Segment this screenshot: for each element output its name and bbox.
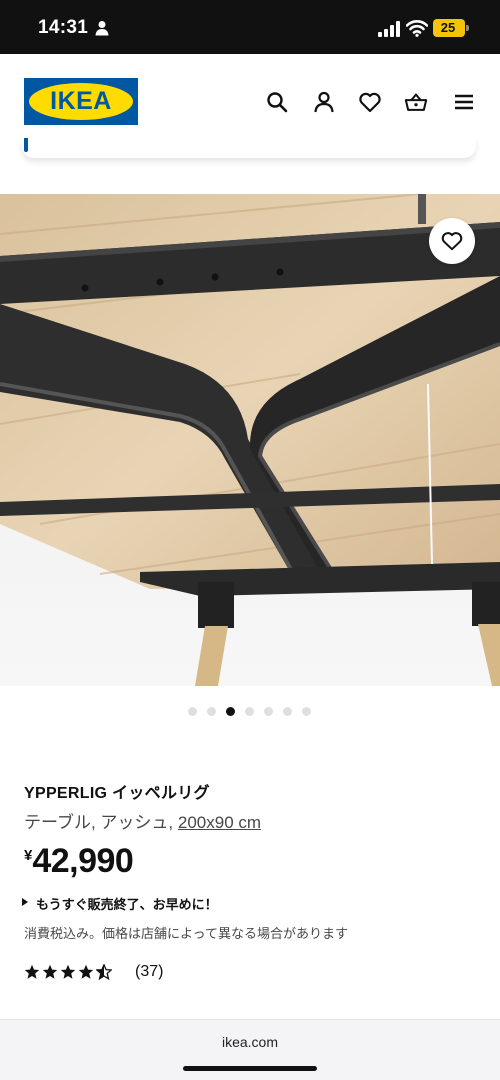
home-indicator[interactable] [183, 1066, 317, 1071]
search-bar[interactable] [22, 138, 476, 158]
price-currency: ¥ [24, 847, 33, 864]
ikea-logo[interactable]: IKEA [24, 78, 138, 125]
star-icon [42, 964, 58, 979]
carousel-dot-1[interactable] [188, 707, 197, 716]
battery-tip [466, 25, 469, 31]
carousel-dot-6[interactable] [283, 707, 292, 716]
logo-text: IKEA [50, 87, 112, 115]
url-display[interactable]: ikea.com [0, 1034, 500, 1050]
rating[interactable]: (37) [24, 962, 224, 984]
carousel-dot-7[interactable] [302, 707, 311, 716]
star-half-icon [96, 964, 112, 980]
site-header: IKEA [0, 54, 500, 150]
carousel-dot-4[interactable] [245, 707, 254, 716]
browser-bar: ikea.com [0, 1019, 500, 1080]
cart-icon[interactable] [404, 90, 428, 114]
carousel-dot-5[interactable] [264, 707, 273, 716]
heart-icon [441, 232, 463, 251]
product-size-link[interactable]: 200x90 cm [178, 813, 261, 832]
product-description: テーブル, アッシュ, 200x90 cm [24, 808, 261, 833]
heart-icon[interactable] [358, 90, 382, 114]
tax-note: 消費税込み。価格は店舗によって異なる場合があります [24, 926, 348, 941]
product-price: ¥42,990 [24, 842, 134, 882]
search-icon[interactable] [265, 90, 289, 114]
product-type: テーブル, アッシュ, [24, 813, 174, 832]
status-time: 14:31 [38, 17, 89, 38]
star-icon [78, 964, 94, 979]
battery-icon: 25 [433, 19, 465, 37]
menu-icon[interactable] [452, 90, 476, 114]
stock-alert[interactable]: もうすぐ販売終了、お早めに！ [36, 894, 218, 913]
person-icon [95, 21, 109, 36]
wifi-icon [406, 20, 428, 37]
rating-count: (37) [135, 963, 164, 980]
carousel-dot-3[interactable] [226, 707, 235, 716]
battery-level: 25 [440, 20, 456, 35]
product-image[interactable] [0, 194, 500, 686]
search-bar-accent [24, 138, 28, 152]
star-icon [24, 964, 40, 979]
product-name: YPPERLIG イッペルリグ [24, 785, 210, 802]
signal-icon [378, 21, 400, 37]
carousel-dots [188, 707, 318, 717]
play-arrow-icon [22, 898, 28, 906]
carousel-dot-2[interactable] [207, 707, 216, 716]
account-icon[interactable] [312, 90, 336, 114]
star-icon [60, 964, 76, 979]
status-bar: 14:31 25 [0, 0, 500, 54]
price-amount: 42,990 [32, 842, 134, 880]
favourite-button[interactable] [429, 218, 475, 264]
